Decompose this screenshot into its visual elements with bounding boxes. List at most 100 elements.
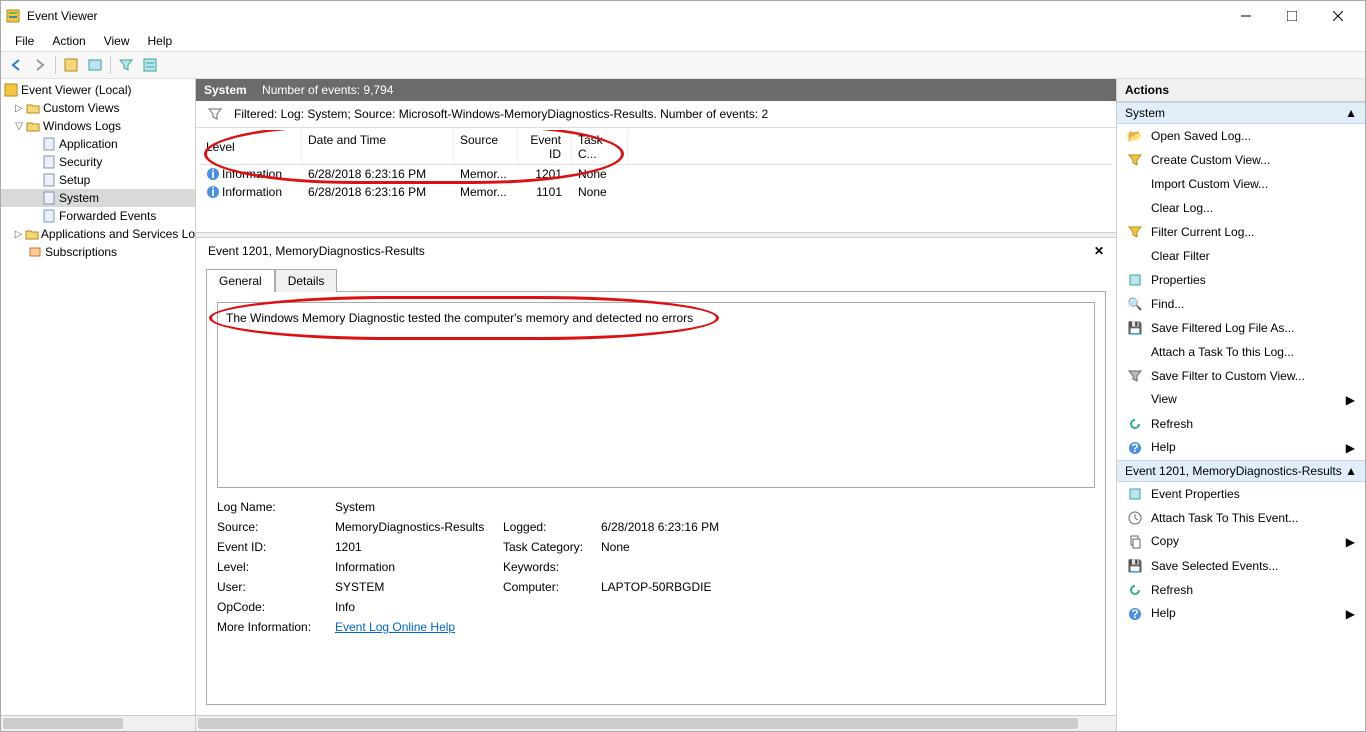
task-text: None (572, 165, 628, 183)
tab-details[interactable]: Details (275, 269, 338, 292)
tree-application[interactable]: Application (1, 135, 195, 153)
val-source: MemoryDiagnostics-Results (335, 520, 495, 534)
log-icon (41, 136, 57, 152)
detail-pane: Event 1201, MemoryDiagnostics-Results ✕ … (196, 238, 1116, 715)
actions-group-event[interactable]: Event 1201, MemoryDiagnostics-Results ▲ (1117, 460, 1365, 482)
expand-icon[interactable]: ▷ (13, 229, 24, 240)
tree-label: Forwarded Events (59, 209, 156, 223)
subscriptions-icon (27, 244, 43, 260)
tree-scrollbar[interactable] (1, 715, 195, 731)
action-copy[interactable]: Copy▶ (1117, 530, 1365, 554)
tree-label: Setup (59, 173, 90, 187)
group-label: Event 1201, MemoryDiagnostics-Results (1125, 464, 1342, 478)
detail-grid: Log Name: System Source: MemoryDiagnosti… (217, 500, 1095, 634)
col-task[interactable]: Task C... (572, 130, 628, 164)
expand-icon[interactable]: ▷ (13, 103, 25, 114)
action-attach-task[interactable]: Attach a Task To this Log... (1117, 340, 1365, 364)
col-level[interactable]: Level (200, 130, 302, 164)
submenu-arrow-icon: ▶ (1346, 441, 1355, 455)
tree-setup[interactable]: Setup (1, 171, 195, 189)
action-find[interactable]: 🔍Find... (1117, 292, 1365, 316)
show-tree-button[interactable] (60, 54, 82, 76)
col-source[interactable]: Source (454, 130, 518, 164)
folder-open-icon: 📂 (1127, 128, 1143, 144)
action-refresh[interactable]: Refresh (1117, 412, 1365, 436)
action-help2[interactable]: ?Help▶ (1117, 602, 1365, 626)
menu-action[interactable]: Action (44, 32, 93, 50)
tree-forwarded[interactable]: Forwarded Events (1, 207, 195, 225)
source-text: Memor... (454, 183, 518, 201)
menu-help[interactable]: Help (140, 32, 181, 50)
filter-icon (208, 107, 222, 121)
detail-title: Event 1201, MemoryDiagnostics-Results (208, 244, 425, 258)
tree-label: Event Viewer (Local) (21, 83, 132, 97)
tree-label: Applications and Services Lo (41, 227, 195, 241)
detail-close-icon[interactable]: ✕ (1094, 244, 1104, 258)
action-open-saved-log[interactable]: 📂Open Saved Log... (1117, 124, 1365, 148)
val-taskcat: None (601, 540, 801, 554)
detail-title-bar: Event 1201, MemoryDiagnostics-Results ✕ (200, 238, 1112, 264)
toolbar-separator (55, 56, 56, 74)
forward-button[interactable] (29, 54, 51, 76)
back-button[interactable] (5, 54, 27, 76)
label-source: Source: (217, 520, 327, 534)
date-text: 6/28/2018 6:23:16 PM (302, 183, 454, 201)
action-save-selected[interactable]: 💾Save Selected Events... (1117, 554, 1365, 578)
tree-system[interactable]: System (1, 189, 195, 207)
collapse-icon[interactable]: ▲ (1345, 464, 1357, 478)
event-list[interactable]: Level Date and Time Source Event ID Task… (200, 130, 1112, 230)
tree-subscriptions[interactable]: Subscriptions (1, 243, 195, 261)
window-controls (1223, 1, 1361, 31)
save-icon: 💾 (1127, 558, 1143, 574)
tree-security[interactable]: Security (1, 153, 195, 171)
minimize-button[interactable] (1223, 1, 1269, 31)
action-properties[interactable]: Properties (1117, 268, 1365, 292)
col-date[interactable]: Date and Time (302, 130, 454, 164)
action-view[interactable]: View▶ (1117, 388, 1365, 412)
tree-windows-logs[interactable]: ▽ Windows Logs (1, 117, 195, 135)
filter-button[interactable] (115, 54, 137, 76)
menu-file[interactable]: File (7, 32, 42, 50)
tree-root[interactable]: Event Viewer (Local) (1, 81, 195, 99)
tree-services-logs[interactable]: ▷ Applications and Services Lo (1, 225, 195, 243)
center-scrollbar[interactable] (196, 715, 1116, 731)
val-logged: 6/28/2018 6:23:16 PM (601, 520, 801, 534)
tree-custom-views[interactable]: ▷ Custom Views (1, 99, 195, 117)
action-refresh2[interactable]: Refresh (1117, 578, 1365, 602)
maximize-button[interactable] (1269, 1, 1315, 31)
task-icon (1127, 510, 1143, 526)
col-eventid[interactable]: Event ID (518, 130, 572, 164)
event-row[interactable]: iInformation 6/28/2018 6:23:16 PM Memor.… (200, 183, 1112, 201)
list-button[interactable] (139, 54, 161, 76)
date-text: 6/28/2018 6:23:16 PM (302, 165, 454, 183)
tree-label: Security (59, 155, 102, 169)
menu-view[interactable]: View (96, 32, 138, 50)
action-save-custom-view[interactable]: Save Filter to Custom View... (1117, 364, 1365, 388)
collapse-icon[interactable]: ▲ (1345, 106, 1357, 120)
properties-button[interactable] (84, 54, 106, 76)
id-text: 1201 (518, 165, 572, 183)
save-icon: 💾 (1127, 320, 1143, 336)
collapse-icon[interactable]: ▽ (13, 121, 25, 132)
log-icon (41, 208, 57, 224)
action-clear-log[interactable]: Clear Log... (1117, 196, 1365, 220)
action-clear-filter[interactable]: Clear Filter (1117, 244, 1365, 268)
actions-group-system[interactable]: System ▲ (1117, 102, 1365, 124)
event-row[interactable]: iInformation 6/28/2018 6:23:16 PM Memor.… (200, 165, 1112, 183)
tree-pane[interactable]: Event Viewer (Local) ▷ Custom Views ▽ Wi… (1, 79, 196, 731)
level-text: Information (222, 167, 282, 181)
event-log-help-link[interactable]: Event Log Online Help (335, 620, 455, 634)
action-event-properties[interactable]: Event Properties (1117, 482, 1365, 506)
action-filter-log[interactable]: Filter Current Log... (1117, 220, 1365, 244)
action-import-custom-view[interactable]: Import Custom View... (1117, 172, 1365, 196)
action-help[interactable]: ?Help▶ (1117, 436, 1365, 460)
action-save-filtered[interactable]: 💾Save Filtered Log File As... (1117, 316, 1365, 340)
tab-general[interactable]: General (206, 269, 275, 292)
close-button[interactable] (1315, 1, 1361, 31)
action-create-custom-view[interactable]: Create Custom View... (1117, 148, 1365, 172)
action-attach-event-task[interactable]: Attach Task To This Event... (1117, 506, 1365, 530)
filter-icon (1127, 152, 1143, 168)
svg-text:?: ? (1131, 441, 1138, 455)
log-icon (41, 154, 57, 170)
folder-icon (24, 226, 39, 242)
